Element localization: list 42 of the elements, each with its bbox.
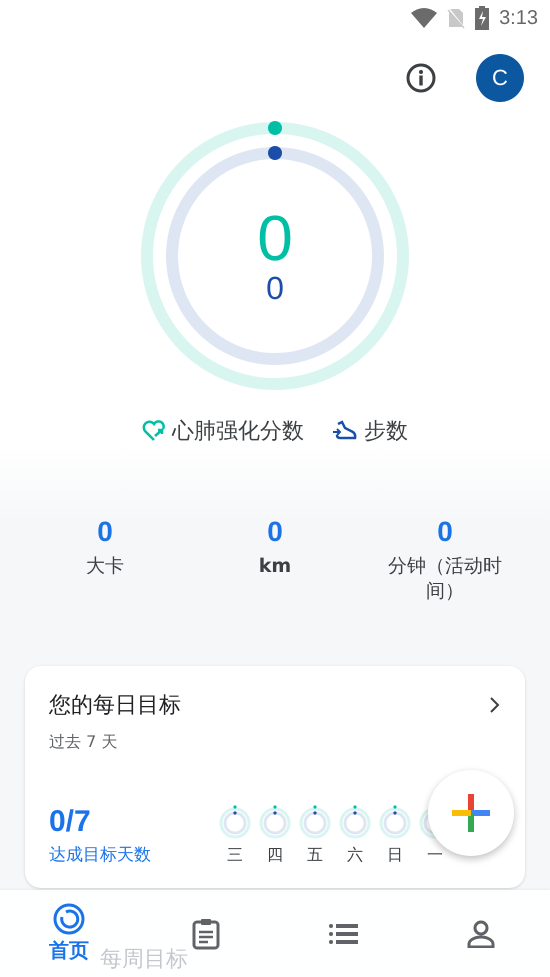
- stat-label: 分钟（活动时间）: [387, 554, 503, 604]
- day-label: 五: [307, 845, 323, 866]
- legend-label: 心肺强化分数: [172, 418, 304, 446]
- day-ring-icon: [219, 803, 251, 839]
- day-ring-icon: [299, 803, 331, 839]
- no-sim-icon: [447, 7, 466, 29]
- legend-label: 步数: [364, 418, 408, 446]
- steps-value: 0: [266, 270, 284, 306]
- shoe-icon: [332, 420, 358, 442]
- day-label: 四: [267, 845, 283, 866]
- day-label: 三: [227, 845, 243, 866]
- stat-value: 0: [97, 516, 113, 548]
- wifi-icon: [411, 8, 438, 28]
- ring-icon: [52, 903, 85, 935]
- heart-points-value: 0: [257, 206, 293, 270]
- daily-goals-card[interactable]: 您的每日目标 过去 7 天 0/7 达成目标天数 三 四 五 六 日 一: [25, 666, 525, 888]
- stat-label: 大卡: [85, 554, 125, 579]
- day-label: 六: [347, 845, 363, 866]
- account-avatar[interactable]: C: [476, 54, 524, 102]
- card-subtitle: 过去 7 天: [49, 732, 118, 753]
- heart-icon: [142, 420, 166, 442]
- plus-icon: [452, 794, 490, 832]
- day-ring-icon: [339, 803, 371, 839]
- stat-value: 0: [437, 516, 453, 548]
- achieved-count: 0/7: [49, 805, 92, 839]
- clipboard-icon: [191, 918, 222, 950]
- day-ring-icon: [259, 803, 291, 839]
- chevron-right-icon[interactable]: [489, 696, 501, 714]
- stat-value: 0: [267, 516, 283, 548]
- card-title: 每周目标: [100, 946, 188, 974]
- list-icon: [328, 922, 359, 944]
- card-title: 您的每日目标: [49, 692, 181, 720]
- battery-charging-icon: [475, 6, 490, 30]
- day-label: 一: [427, 845, 443, 866]
- person-icon: [467, 920, 496, 948]
- achieved-label: 达成目标天数: [49, 844, 151, 866]
- nav-tab[interactable]: 首页: [48, 890, 89, 977]
- day-ring-icon: [379, 803, 411, 839]
- stat-label: km: [258, 554, 292, 579]
- day-label: 日: [387, 845, 403, 866]
- status-time: 3:13: [499, 6, 538, 30]
- info-icon[interactable]: [406, 63, 436, 93]
